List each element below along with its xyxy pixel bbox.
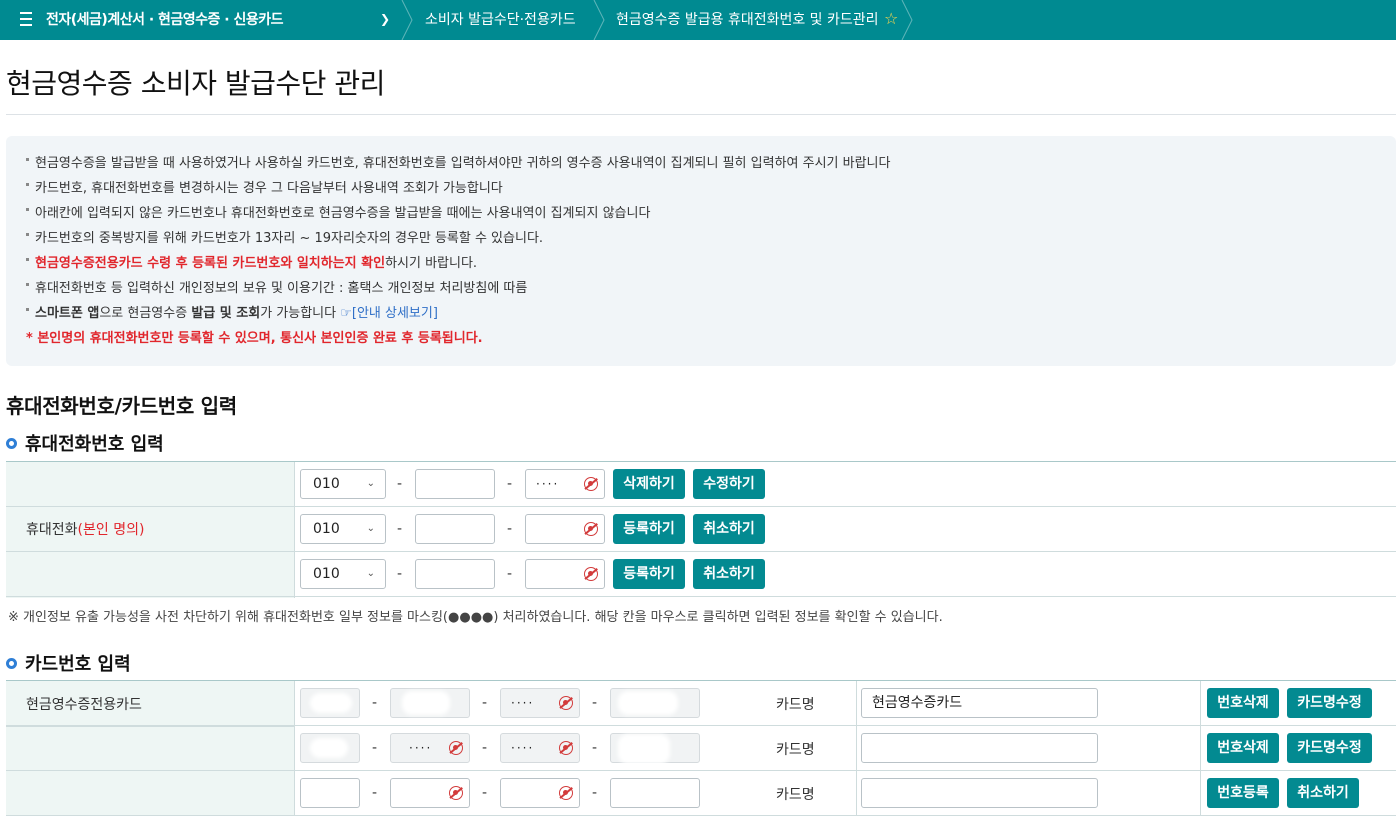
card-name-label: 카드명 — [776, 787, 815, 803]
star-icon[interactable]: ☆ — [884, 9, 898, 28]
bullet-ring-icon — [6, 657, 17, 669]
card-name-input[interactable] — [861, 778, 1098, 808]
eye-off-icon[interactable] — [449, 741, 463, 755]
phone-last-input[interactable]: ···· — [525, 469, 605, 499]
delete-number-button[interactable]: 번호삭제 — [1207, 733, 1279, 763]
notice-item: 아래칸에 입력되지 않은 카드번호나 휴대전화번호로 현금영수증을 발급받을 때… — [26, 204, 890, 229]
breadcrumb-category[interactable]: 전자(세금)계산서 · 현금영수증 · 신용카드 — [46, 0, 284, 40]
card-number-part3[interactable] — [500, 778, 580, 808]
phone-middle-input[interactable] — [415, 514, 495, 544]
notice-item: 카드번호, 휴대전화번호를 변경하시는 경우 그 다음날부터 사용내역 조회가 … — [26, 179, 890, 204]
section-title: 휴대전화번호/카드번호 입력 — [6, 394, 237, 418]
eye-off-icon[interactable] — [584, 477, 598, 491]
eye-off-icon[interactable] — [559, 786, 573, 800]
edit-button[interactable]: 수정하기 — [693, 469, 765, 499]
masking-note: ※ 개인정보 유출 가능성을 사전 차단하기 위해 휴대전화번호 일부 정보를 … — [8, 610, 943, 625]
notice-box: 현금영수증을 발급받을 때 사용하였거나 사용하실 카드번호, 휴대전화번호를 … — [6, 136, 1396, 366]
guide-detail-link[interactable]: ☞[안내 상세보기] — [340, 306, 438, 321]
breadcrumb-item-consumer[interactable]: 소비자 발급수단·전용카드 — [425, 0, 576, 40]
card-number-part4[interactable] — [610, 778, 700, 808]
cancel-button[interactable]: 취소하기 — [693, 514, 765, 544]
card-number-part1[interactable] — [300, 778, 360, 808]
card-row: - ···· - ···· - 카드명 번호삭제 카드명수정 — [6, 726, 1396, 771]
phone-row: 010 ⌄ - - 등록하기 취소하기 — [6, 507, 1396, 552]
breadcrumb-separator — [401, 0, 413, 40]
page-title: 현금영수증 소비자 발급수단 관리 — [6, 67, 385, 100]
phone-row: 010 ⌄ - - ···· 삭제하기 수정하기 — [6, 462, 1396, 507]
edit-card-name-button[interactable]: 카드명수정 — [1287, 688, 1372, 718]
delete-number-button[interactable]: 번호삭제 — [1207, 688, 1279, 718]
top-nav-bar: 전자(세금)계산서 · 현금영수증 · 신용카드 ❯ 소비자 발급수단·전용카드… — [0, 0, 1396, 40]
notice-item: 스마트폰 앱으로 현금영수증 발급 및 조회가 가능합니다 ☞[안내 상세보기] — [26, 304, 890, 329]
card-number-part2[interactable]: ···· — [390, 733, 470, 763]
cancel-button[interactable]: 취소하기 — [1287, 778, 1359, 808]
eye-off-icon[interactable] — [559, 696, 573, 710]
bullet-ring-icon — [6, 437, 17, 449]
card-name-input[interactable] — [861, 733, 1098, 763]
delete-button[interactable]: 삭제하기 — [613, 469, 685, 499]
card-table: 현금영수증전용카드 - - ···· - 카드명 현금영수증카드 번호삭제 카드… — [6, 680, 1396, 816]
eye-off-icon[interactable] — [584, 522, 598, 536]
notice-item: 카드번호의 중복방지를 위해 카드번호가 13자리 ~ 19자리숫자의 경우만 … — [26, 229, 890, 254]
eye-off-icon[interactable] — [584, 567, 598, 581]
card-number-part3[interactable]: ···· — [500, 733, 580, 763]
card-name-label: 카드명 — [776, 697, 815, 713]
eye-off-icon[interactable] — [559, 741, 573, 755]
breadcrumb-separator — [901, 0, 913, 40]
notice-item: 휴대전화번호 등 입력하신 개인정보의 보유 및 이용기간 : 홈택스 개인정보… — [26, 279, 890, 304]
card-number-part3[interactable]: ···· — [500, 688, 580, 718]
phone-row: 010 ⌄ - - 등록하기 취소하기 — [6, 552, 1396, 597]
breadcrumb-separator — [593, 0, 605, 40]
edit-card-name-button[interactable]: 카드명수정 — [1287, 733, 1372, 763]
phone-prefix-select[interactable]: 010 ⌄ — [300, 514, 386, 544]
card-name-label: 카드명 — [776, 742, 815, 758]
phone-table: 휴대전화(본인 명의) 010 ⌄ - - ···· 삭제하기 수정하기 010 ⌄… — [6, 461, 1396, 598]
card-subtitle: 카드번호 입력 — [6, 650, 131, 676]
card-row: - - - 카드명 번호등록 취소하기 — [6, 771, 1396, 816]
menu-icon[interactable] — [20, 12, 32, 26]
phone-middle-input[interactable] — [415, 469, 495, 499]
register-button[interactable]: 등록하기 — [613, 559, 685, 589]
card-row: - - ···· - 카드명 현금영수증카드 번호삭제 카드명수정 — [6, 681, 1396, 726]
phone-last-input[interactable] — [525, 514, 605, 544]
card-name-input[interactable]: 현금영수증카드 — [861, 688, 1098, 718]
chevron-down-icon[interactable]: ❯ — [380, 12, 390, 26]
notice-item-warning: * 본인명의 휴대전화번호만 등록할 수 있으며, 통신사 본인인증 완료 후 … — [26, 331, 483, 346]
cancel-button[interactable]: 취소하기 — [693, 559, 765, 589]
register-number-button[interactable]: 번호등록 — [1207, 778, 1279, 808]
divider — [6, 114, 1396, 115]
phone-middle-input[interactable] — [415, 559, 495, 589]
phone-prefix-select[interactable]: 010 ⌄ — [300, 469, 386, 499]
phone-prefix-select[interactable]: 010 ⌄ — [300, 559, 386, 589]
register-button[interactable]: 등록하기 — [613, 514, 685, 544]
breadcrumb-item-current: 현금영수증 발급용 휴대전화번호 및 카드관리 — [616, 12, 879, 28]
phone-last-input[interactable] — [525, 559, 605, 589]
card-number-part2[interactable] — [390, 778, 470, 808]
phone-subtitle: 휴대전화번호 입력 — [6, 430, 164, 456]
eye-off-icon[interactable] — [449, 786, 463, 800]
notice-item: 현금영수증전용카드 수령 후 등록된 카드번호와 일치하는지 확인하시기 바랍니… — [26, 254, 890, 279]
notice-item: 현금영수증을 발급받을 때 사용하였거나 사용하실 카드번호, 휴대전화번호를 … — [26, 154, 890, 179]
